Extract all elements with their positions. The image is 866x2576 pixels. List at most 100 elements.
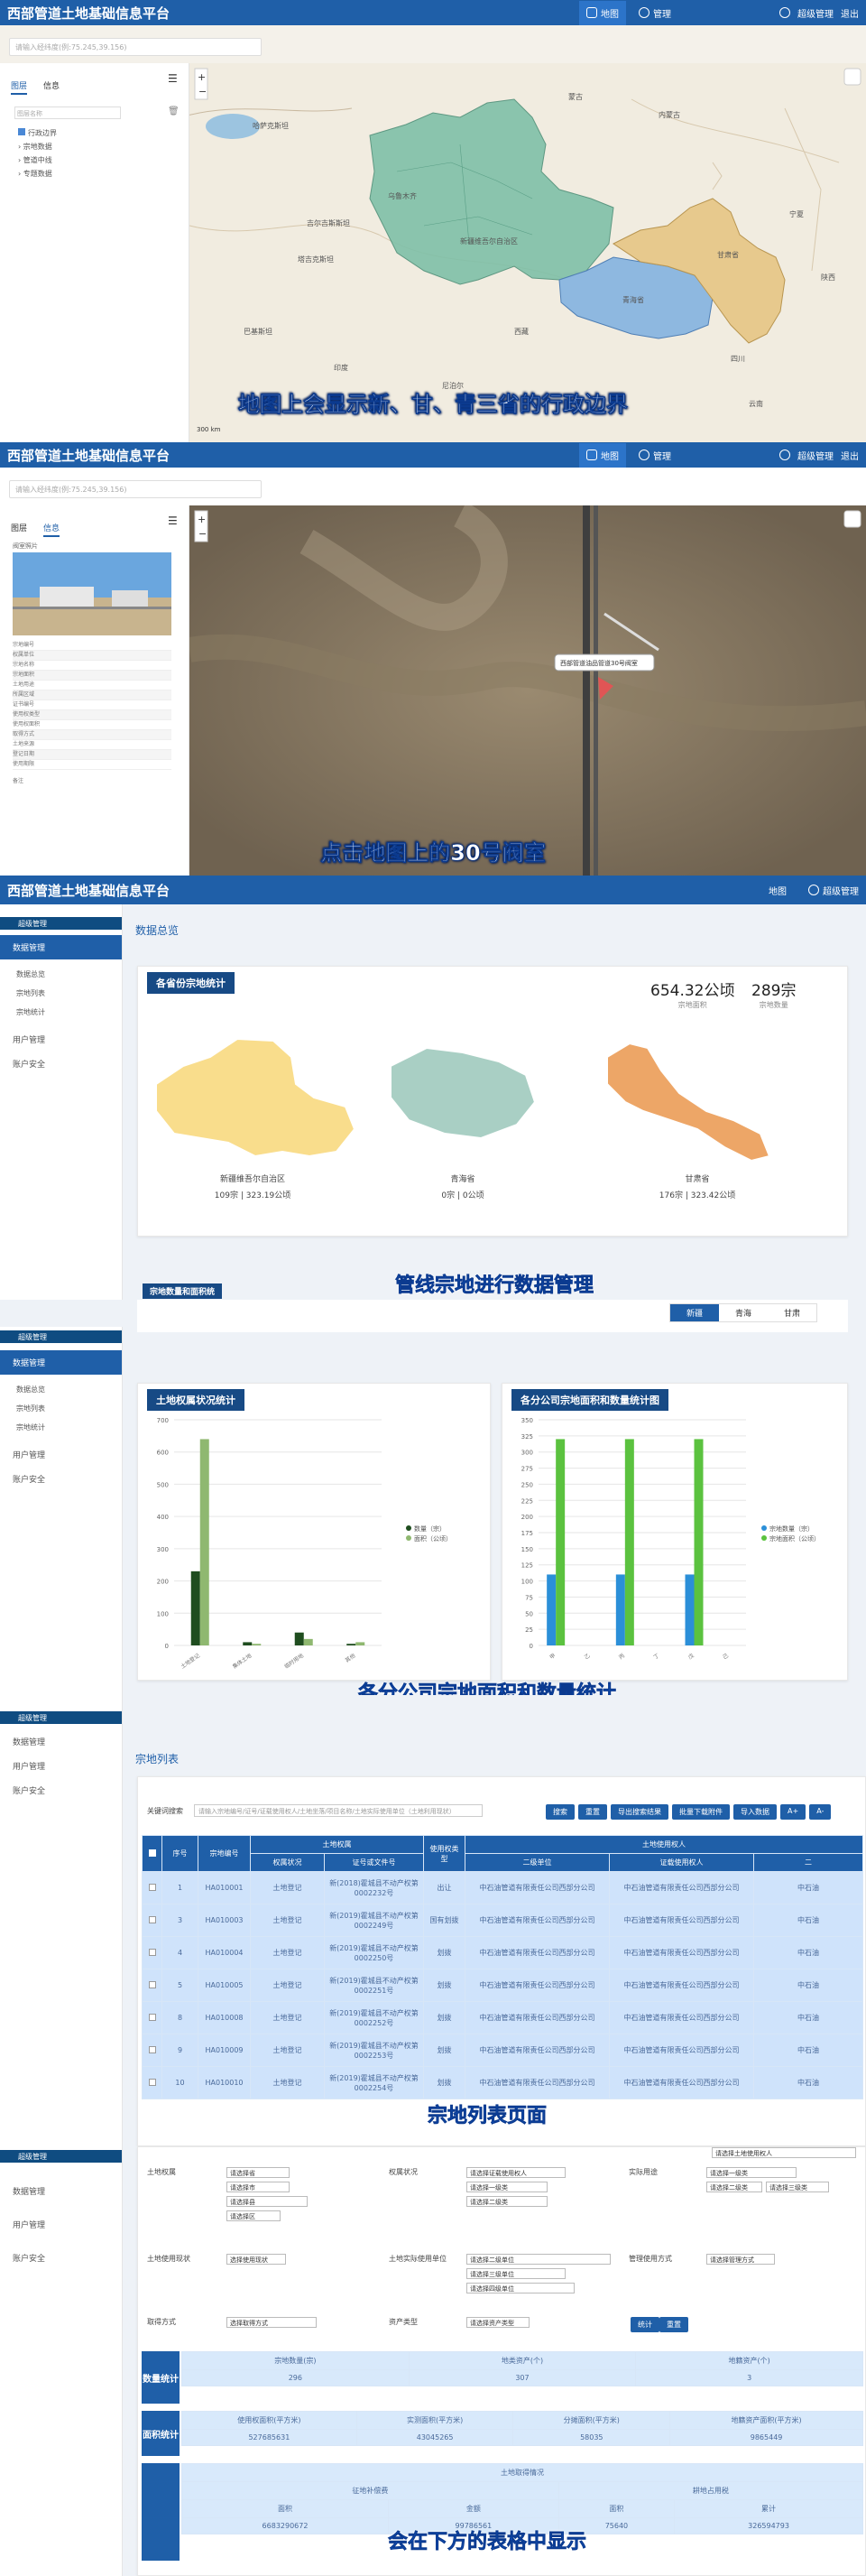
select-all-checkbox[interactable] (148, 1849, 156, 1857)
use-class2-select[interactable]: 请选择二级类 (706, 2182, 762, 2192)
gansu-shape[interactable] (606, 1042, 771, 1163)
sidebar-item-security[interactable]: 账户安全 (0, 1052, 122, 1076)
zoom-out-icon[interactable]: − (198, 86, 207, 97)
download-button[interactable]: 批量下载附件 (672, 1804, 730, 1820)
layer-item[interactable]: › 专题数据 (18, 167, 57, 181)
sidebar-item-users[interactable]: 用户管理 (0, 2212, 122, 2237)
logout-link[interactable]: 退出 (841, 449, 859, 462)
zoom-control[interactable]: + − (194, 68, 208, 100)
satellite-map-view[interactable]: 西部管道油品管道30号阀室 + − (189, 505, 866, 876)
export-button[interactable]: 导出搜索结果 (611, 1804, 668, 1820)
table-row[interactable]: 4 HA010004 土地登记 新(2019)霍城县不动产权第0002250号 划拨 中石… (142, 1936, 863, 1969)
font-increase-button[interactable]: A+ (780, 1804, 806, 1820)
user-name[interactable]: 超级管理 (808, 884, 859, 897)
sidebar-item-security[interactable]: 账户安全 (0, 1467, 122, 1491)
zoom-in-icon[interactable]: + (198, 71, 206, 83)
layer-item[interactable]: › 宗地数据 (18, 140, 57, 153)
import-button[interactable]: 导入数据 (733, 1804, 777, 1820)
tab-gansu[interactable]: 甘肃 (768, 1304, 816, 1321)
row-checkbox[interactable] (142, 2001, 162, 2034)
asset-select[interactable]: 请选择资产类型 (466, 2317, 530, 2328)
right-holder-select[interactable]: 请选择证载使用权人 (466, 2167, 566, 2178)
reset-button[interactable]: 重置 (659, 2317, 688, 2332)
district-select[interactable]: 请选择区 (226, 2210, 281, 2221)
use-class1-select[interactable]: 请选择一级类 (706, 2167, 797, 2178)
nav-map[interactable]: 地图 (579, 442, 626, 468)
acquire-select[interactable]: 选择取得方式 (226, 2317, 317, 2328)
sidebar-item-stats[interactable]: 宗地统计 (0, 1418, 122, 1437)
user-name[interactable]: 超级管理 (797, 449, 834, 462)
nav-map[interactable]: 地图 (579, 0, 626, 25)
font-decrease-button[interactable]: A- (809, 1804, 832, 1820)
search-button[interactable]: 搜索 (546, 1804, 575, 1820)
sidebar-item-data[interactable]: 数据管理 (0, 1350, 122, 1375)
tab-layers[interactable]: 图层 (11, 522, 27, 537)
row-checkbox[interactable] (142, 1871, 162, 1904)
qinghai-shape[interactable] (390, 1046, 537, 1140)
province-select[interactable]: 请选择省 (226, 2167, 290, 2178)
manage-select[interactable]: 请选择管理方式 (706, 2254, 775, 2265)
table-row[interactable]: 1 HA010001 土地登记 新(2018)霍城县不动产权第0002232号 出让 中石… (142, 1871, 863, 1904)
sidebar-item-users[interactable]: 用户管理 (0, 1027, 122, 1052)
menu-icon[interactable]: ☰ (168, 514, 178, 527)
tab-info[interactable]: 信息 (43, 79, 60, 95)
nav-manage[interactable]: 管理 (639, 449, 671, 462)
delete-icon[interactable]: 🗑 (168, 107, 180, 116)
class2-select[interactable]: 请选择二级类 (466, 2196, 548, 2207)
row-checkbox[interactable] (142, 1904, 162, 1937)
status-select[interactable]: 选择使用现状 (226, 2254, 286, 2265)
sidebar-item-security[interactable]: 账户安全 (0, 1778, 122, 1802)
city-select[interactable]: 请选择市 (226, 2182, 290, 2192)
row-checkbox[interactable] (142, 2066, 162, 2099)
zoom-control[interactable]: + − (194, 510, 208, 542)
table-row[interactable]: 5 HA010005 土地登记 新(2019)霍城县不动产权第0002251号 划拨 中石… (142, 1969, 863, 2002)
sidebar-item-data[interactable]: 数据管理 (0, 935, 122, 959)
county-select[interactable]: 请选择县 (226, 2196, 308, 2207)
table-row[interactable]: 9 HA010009 土地登记 新(2019)霍城县不动产权第0002253号 划拨 中石… (142, 2034, 863, 2067)
nav-manage[interactable]: 管理 (639, 6, 671, 20)
row-checkbox[interactable] (142, 2034, 162, 2067)
sidebar-item-users[interactable]: 用户管理 (0, 1442, 122, 1467)
stat-button[interactable]: 统计 (631, 2317, 659, 2332)
sidebar-item-overview[interactable]: 数据总览 (0, 1380, 122, 1399)
tab-info[interactable]: 信息 (43, 522, 60, 537)
reset-button[interactable]: 重置 (578, 1804, 607, 1820)
use-class3-select[interactable]: 请选择三级类 (766, 2182, 829, 2192)
holder-select[interactable]: 请选择土地使用权人 (712, 2147, 856, 2158)
basemap-switch-icon[interactable] (843, 68, 861, 86)
tab-xinjiang[interactable]: 新疆 (670, 1304, 720, 1321)
sidebar-item-list[interactable]: 宗地列表 (0, 984, 122, 1003)
layer-filter-input[interactable]: 图层名称 (14, 107, 121, 119)
keyword-search-input[interactable]: 请输入宗地编号/证号/证载使用权人/土地坐落/项目名称/土地实际使用单位（土地利… (194, 1804, 483, 1817)
sidebar-item-data[interactable]: 数据管理 (0, 2179, 122, 2203)
row-checkbox[interactable] (142, 1936, 162, 1969)
coordinate-search-input[interactable]: 请输入经纬度(例:75.245,39.156) (9, 480, 262, 498)
logout-link[interactable]: 退出 (841, 6, 859, 20)
xinjiang-shape[interactable] (155, 1037, 356, 1158)
map-view[interactable]: 哈萨克斯坦 乌鲁木齐 新疆维吾尔自治区 吉尔吉斯斯坦 塔吉克斯坦 青海省 甘肃省… (189, 63, 866, 442)
unit4-select[interactable]: 请选择四级单位 (466, 2283, 575, 2293)
coordinate-search-input[interactable]: 请输入经纬度(例:75.245,39.156) (9, 38, 262, 56)
sidebar-item-overview[interactable]: 数据总览 (0, 965, 122, 984)
zoom-in-icon[interactable]: + (198, 514, 206, 525)
layer-item[interactable]: 行政边界 (18, 126, 57, 140)
tab-qinghai[interactable]: 青海 (719, 1304, 768, 1321)
zoom-out-icon[interactable]: − (198, 528, 207, 540)
table-row[interactable]: 10 HA010010 土地登记 新(2019)霍城县不动产权第0002254号 划拨中… (142, 2066, 863, 2099)
row-checkbox[interactable] (142, 1969, 162, 2002)
sidebar-item-data[interactable]: 数据管理 (0, 1729, 122, 1754)
user-name[interactable]: 超级管理 (797, 6, 834, 20)
sidebar-item-stats[interactable]: 宗地统计 (0, 1003, 122, 1022)
nav-map[interactable]: 地图 (769, 884, 787, 897)
table-row[interactable]: 3 HA010003 土地登记 新(2019)霍城县不动产权第0002249号 国有划拨… (142, 1904, 863, 1937)
unit2-select[interactable]: 请选择二级单位 (466, 2254, 611, 2265)
class1-select[interactable]: 请选择一级类 (466, 2182, 548, 2192)
menu-icon[interactable]: ☰ (168, 72, 178, 85)
unit3-select[interactable]: 请选择三级单位 (466, 2268, 566, 2279)
tab-layers[interactable]: 图层 (11, 79, 28, 95)
basemap-switch-icon[interactable] (843, 510, 861, 528)
table-row[interactable]: 8 HA010008 土地登记 新(2019)霍城县不动产权第0002252号 划拨 中石… (142, 2001, 863, 2034)
sidebar-item-security[interactable]: 账户安全 (0, 2246, 122, 2270)
sidebar-item-users[interactable]: 用户管理 (0, 1754, 122, 1778)
layer-item[interactable]: › 管道中线 (18, 153, 57, 167)
